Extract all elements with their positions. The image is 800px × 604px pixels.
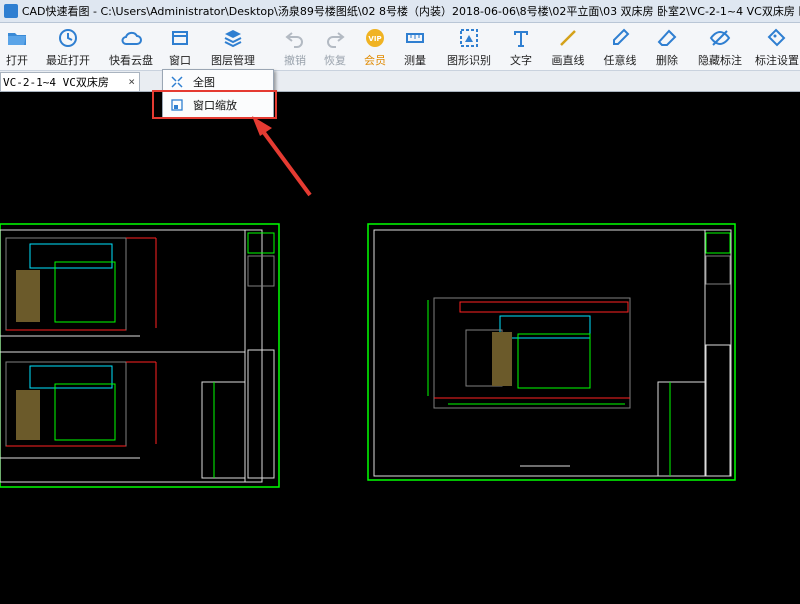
redo-button[interactable]: 恢复 (320, 25, 350, 69)
undo-icon (285, 32, 303, 48)
freehand-line-button[interactable]: 任意线 (600, 25, 640, 69)
measure-button[interactable]: 测量 (400, 25, 430, 69)
document-tab-bar: VC-2-1~4 VC双床房 × (0, 71, 800, 92)
folder-open-icon (8, 33, 26, 45)
window-icon (172, 31, 188, 45)
hide-annotations-button[interactable]: 隐藏标注 (696, 25, 744, 69)
layers-icon (224, 30, 242, 48)
app-icon (4, 4, 18, 18)
window-menu-button[interactable]: 窗口 (164, 25, 196, 69)
text-button[interactable]: 文字 (506, 25, 536, 69)
title-bar: CAD快速看图 - C:\Users\Administrator\Desktop… (0, 0, 800, 23)
delete-button[interactable]: 删除 (652, 25, 682, 69)
main-toolbar: 打开 最近打开 快看云盘 窗口 图层管理 撤销 恢复 VIP 会员 测量 图形识… (0, 23, 800, 71)
eraser-icon (657, 29, 677, 46)
recent-open-button[interactable]: 最近打开 (44, 25, 92, 69)
text-icon (514, 31, 528, 47)
measure-icon (406, 33, 424, 43)
tab-drawing[interactable]: VC-2-1~4 VC双床房 × (0, 72, 140, 91)
cloud-icon (121, 31, 142, 45)
window-title: CAD快速看图 - C:\Users\Administrator\Desktop… (21, 5, 800, 18)
svg-text:VIP: VIP (368, 35, 381, 43)
fit-all-icon (171, 76, 183, 88)
redo-icon (327, 32, 345, 48)
eye-hide-icon (709, 30, 731, 46)
line-icon (560, 30, 576, 46)
vip-member-button[interactable]: VIP 会员 (360, 25, 390, 69)
shape-recognize-icon (460, 29, 478, 47)
cad-canvas[interactable] (0, 92, 800, 600)
drawing-viewport (0, 223, 736, 488)
settings-icon (767, 28, 786, 47)
drawing-sheet-right (367, 223, 736, 481)
recent-clock-icon (59, 29, 77, 47)
shape-recognition-button[interactable]: 图形识别 (442, 25, 496, 69)
close-icon[interactable]: × (128, 75, 135, 88)
annotation-settings-button[interactable]: 标注设置 (754, 25, 800, 69)
layer-manager-button[interactable]: 图层管理 (206, 25, 260, 69)
undo-button[interactable]: 撤销 (280, 25, 310, 69)
drawing-sheet-left (0, 223, 280, 488)
freehand-icon (613, 28, 630, 45)
highlight-box (152, 90, 277, 119)
draw-line-button[interactable]: 画直线 (548, 25, 588, 69)
vip-badge-icon: VIP (366, 29, 384, 47)
open-button[interactable]: 打开 (2, 25, 32, 69)
cloud-drive-button[interactable]: 快看云盘 (104, 25, 158, 69)
